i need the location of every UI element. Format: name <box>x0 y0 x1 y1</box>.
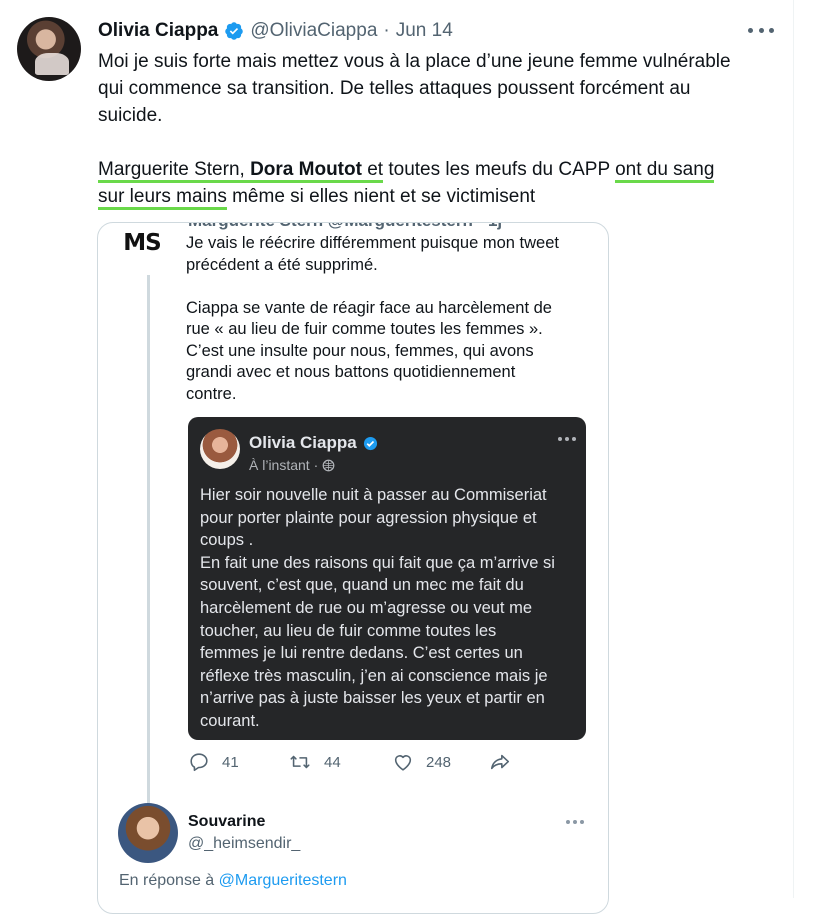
fb-text-line: toucher, au lieu de fuir comme toutes le… <box>200 621 497 640</box>
like-button[interactable]: 248 <box>392 751 488 773</box>
retweet-icon <box>290 755 310 769</box>
like-count: 248 <box>426 753 452 771</box>
tweet-paragraph-2: Marguerite Stern, Dora Moutot et toutes … <box>98 156 778 183</box>
tweet-date[interactable]: Jun 14 <box>396 20 453 42</box>
quoted-text-line: contre. <box>186 384 237 403</box>
fb-text-line: En fait une des raisons qui fait que ça … <box>200 553 555 572</box>
quoted-text-line: Ciappa se vante de réagir face au harcèl… <box>186 298 552 317</box>
retweet-button[interactable]: 44 <box>288 751 392 773</box>
in-reply-mention[interactable]: @Margueritestern <box>219 872 347 889</box>
fb-text-line: n’arrive pas à juste baisser les yeux et… <box>200 689 545 708</box>
tweet-text-line: suicide. <box>98 105 163 126</box>
more-options-icon[interactable] <box>748 20 774 40</box>
tweet-text-line: Moi je suis forte mais mettez vous à la … <box>98 51 731 72</box>
fb-text-line: réflexe très masculin, j’en ai conscienc… <box>200 666 548 685</box>
fb-text-line: harcèlement de rue ou m’agresse ou veut … <box>200 598 533 617</box>
highlight-marguerite: Marguerite Stern <box>98 159 240 183</box>
fb-author-name: Olivia Ciappa <box>249 433 357 452</box>
tweet-text-segment: toutes les meufs du CAPP <box>383 159 616 180</box>
quoted-text-line: rue « au lieu de fuir comme toutes les f… <box>186 320 543 338</box>
reply-author-handle[interactable]: @_heimsendir_ <box>188 835 300 853</box>
quoted-header-cut: Marguerite Stern @Margueritestern · 1j <box>188 223 502 231</box>
tweet-paragraph-2-cont: sur leurs mains même si elles nient et s… <box>98 183 778 210</box>
fb-post-header: Olivia Ciappa <box>249 433 378 453</box>
quoted-text: Je vais le réécrire différemment puisque… <box>186 233 586 405</box>
embedded-facebook-screenshot[interactable]: Olivia Ciappa À l’instant · Hier soir no… <box>188 417 586 740</box>
fb-text-line: coups . <box>200 531 254 550</box>
highlight-et: et <box>361 159 384 183</box>
fb-avatar <box>200 429 240 469</box>
fb-verified-icon <box>363 436 377 450</box>
fb-text-line: Hier soir nouvelle nuit à passer au Comm… <box>200 486 547 504</box>
fb-time: À l’instant · <box>249 457 319 473</box>
heart-icon <box>394 755 412 771</box>
reply-author-name[interactable]: Souvarine <box>188 813 265 831</box>
quoted-tweet-card[interactable]: Marguerite Stern @Margueritestern · 1j M… <box>97 222 609 914</box>
tweet-header: Olivia Ciappa @OliviaCiappa · Jun 14 <box>98 18 453 44</box>
quoted-text-line: grandi avec et nous battons quotidiennem… <box>186 363 516 381</box>
fb-post-text: Hier soir nouvelle nuit à passer au Comm… <box>200 484 580 733</box>
timeline-right-border <box>793 0 794 898</box>
tweet-actions: 41 44 248 <box>188 749 528 775</box>
author-name[interactable]: Olivia Ciappa <box>98 20 218 42</box>
fb-text-line: femmes je lui rentre dedans. C’est certe… <box>200 644 523 663</box>
share-button[interactable] <box>488 751 512 773</box>
tweet-body: Moi je suis forte mais mettez vous à la … <box>98 48 778 210</box>
quoted-text-line: C’est une insulte pour nous, femmes, qui… <box>186 341 534 360</box>
quoted-text-line: Je vais le réécrire différemment puisque… <box>186 234 559 252</box>
tweet-text-line: qui commence sa transition. De telles at… <box>98 78 691 99</box>
reply-count: 41 <box>222 753 239 771</box>
verified-badge-icon <box>225 22 244 40</box>
highlight-dora: Dora Moutot <box>250 159 362 183</box>
quoted-text-line: précédent a été supprimé. <box>186 255 378 274</box>
in-reply-to: En réponse à @Margueritestern <box>119 872 347 890</box>
author-handle[interactable]: @OliviaCiappa <box>250 20 377 42</box>
share-icon <box>490 754 510 770</box>
globe-icon <box>322 459 335 471</box>
reply-button[interactable]: 41 <box>188 751 288 773</box>
reply-avatar[interactable] <box>118 803 178 863</box>
fb-text-line: souvent, c’est que, quand un mec me fait… <box>200 576 524 595</box>
ms-avatar[interactable]: MS <box>110 223 174 263</box>
highlight-mains: sur leurs mains <box>98 186 227 210</box>
highlight-comma: , <box>239 159 251 183</box>
reply-icon <box>190 753 208 772</box>
fb-text-line: pour porter plainte pour agression physi… <box>200 508 537 527</box>
reply-more-icon[interactable] <box>566 820 584 824</box>
separator-dot: · <box>383 20 390 41</box>
thread-line <box>147 275 150 805</box>
tweet-text-segment: même si elles nient et se victimisent <box>226 186 536 207</box>
fb-text-line: courant. <box>200 711 260 730</box>
author-avatar[interactable] <box>17 17 81 81</box>
fb-meta: À l’instant · <box>249 457 335 473</box>
retweet-count: 44 <box>324 753 341 771</box>
highlight-sang: ont du sang <box>615 159 715 183</box>
fb-more-icon <box>558 437 576 441</box>
in-reply-prefix: En réponse à <box>119 872 215 889</box>
